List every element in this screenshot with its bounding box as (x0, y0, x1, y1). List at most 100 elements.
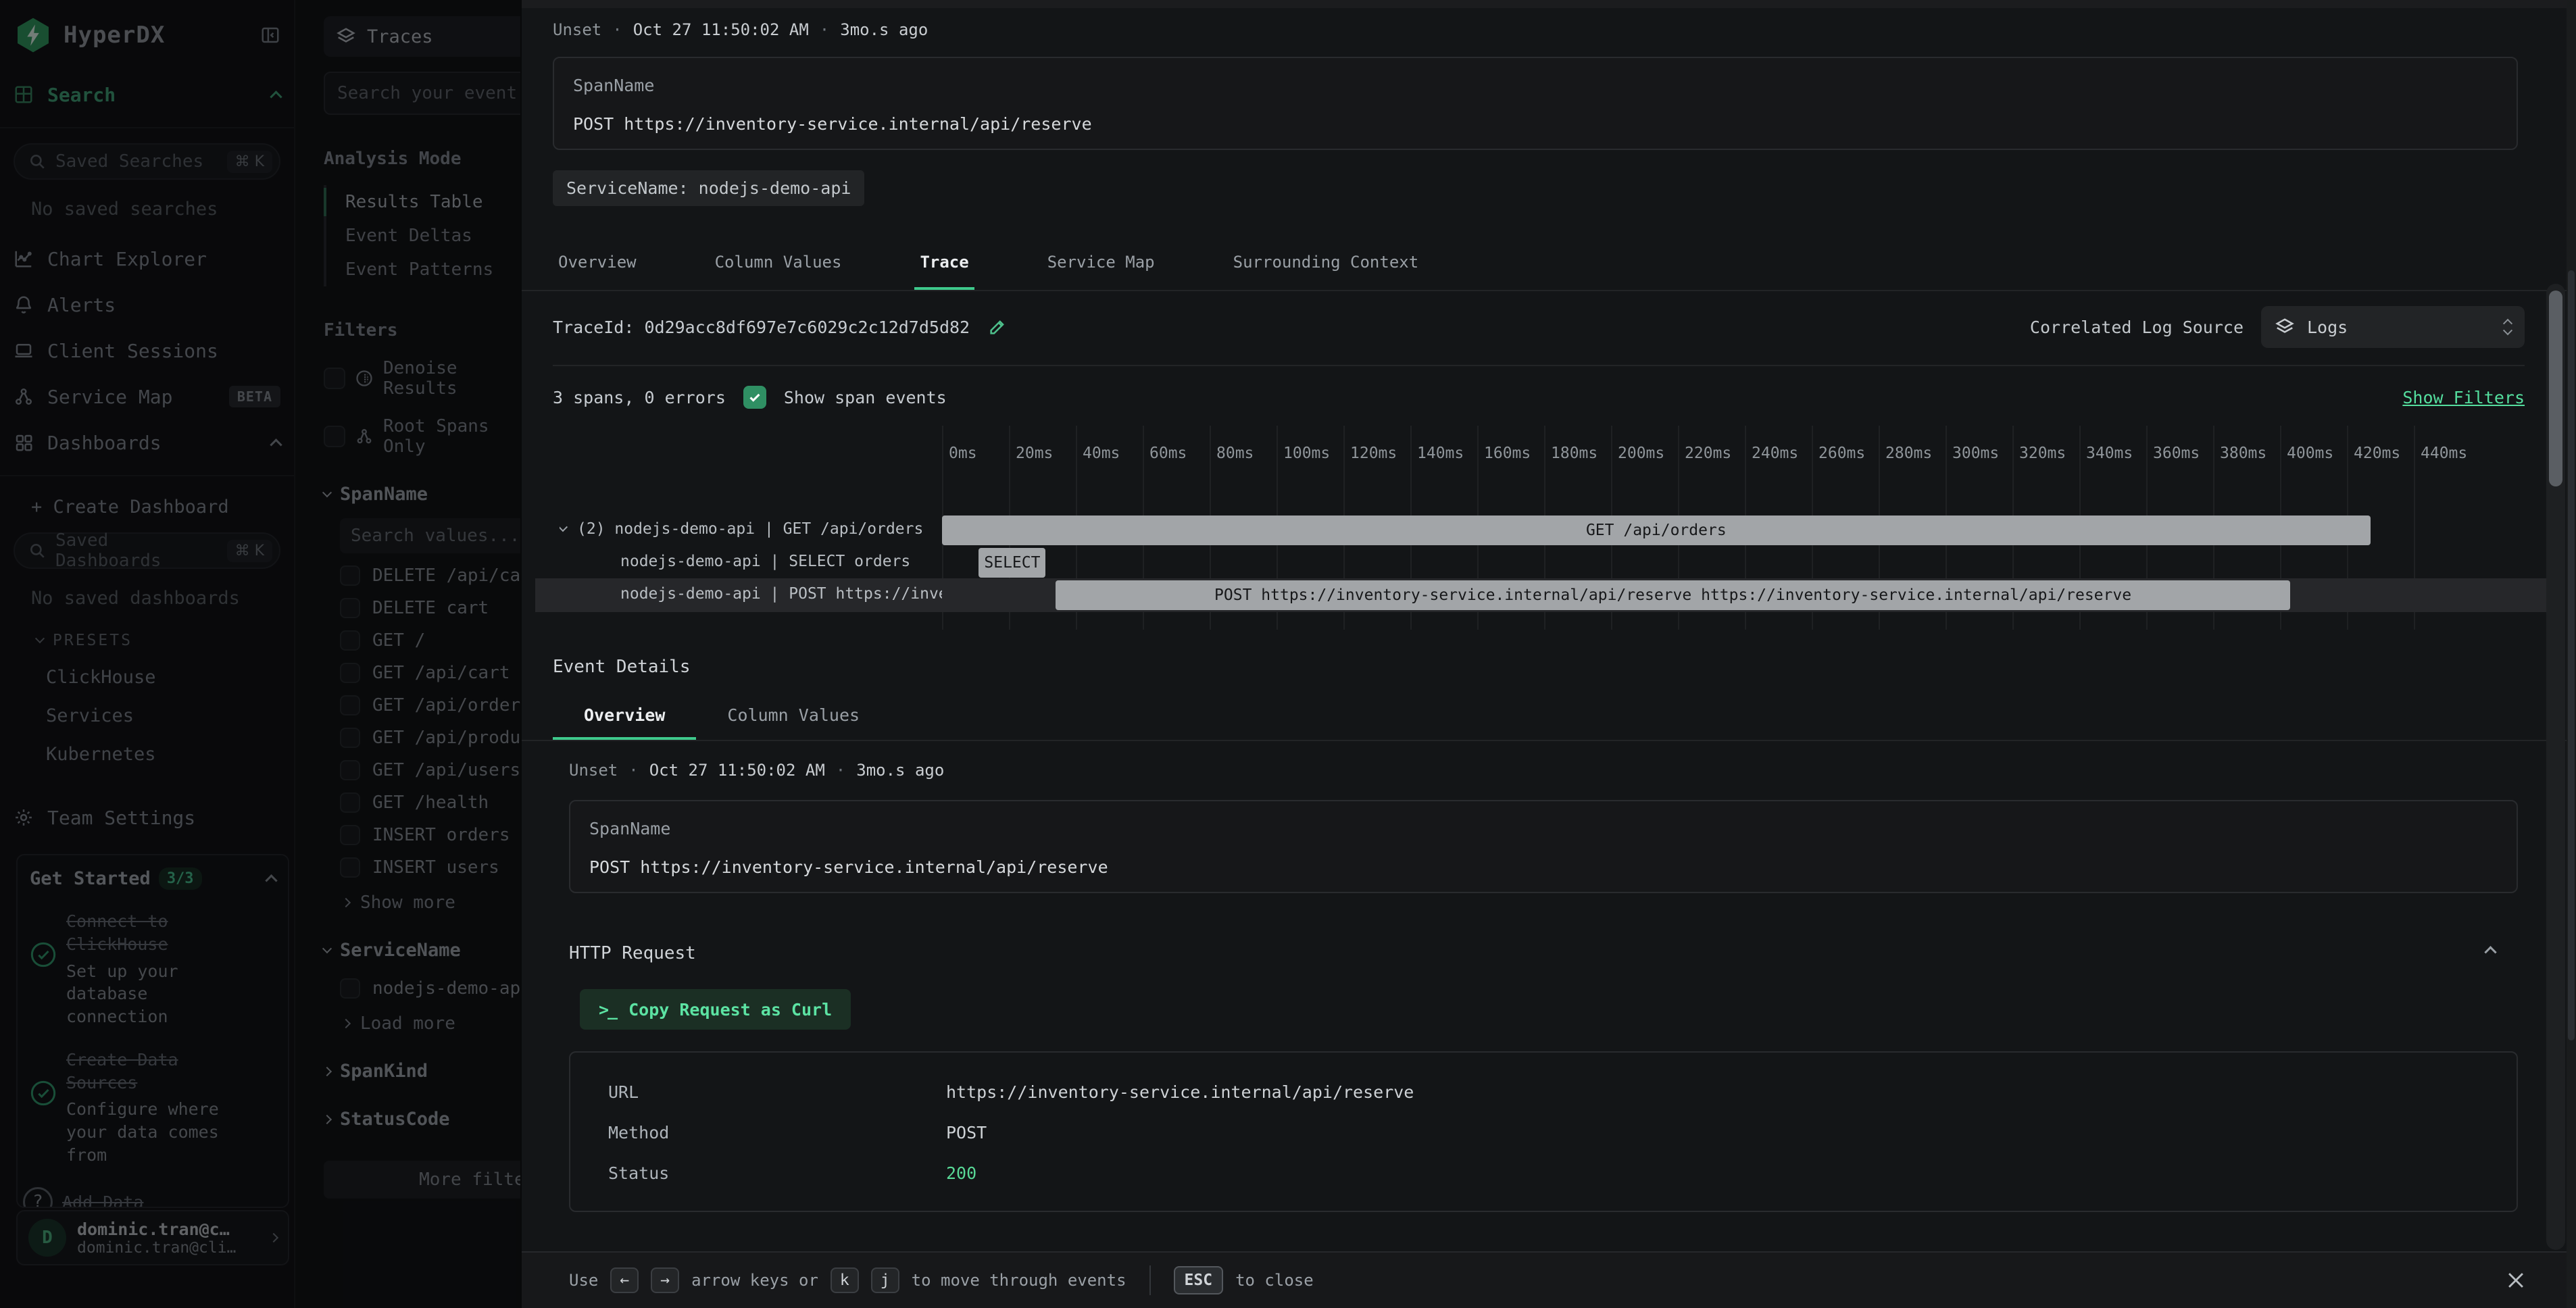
tick-label: 0ms (949, 445, 977, 462)
tick-label: 240ms (1752, 445, 1798, 462)
tick-label: 40ms (1083, 445, 1120, 462)
tick-label: 360ms (2153, 445, 2200, 462)
show-filters-link[interactable]: Show Filters (2402, 388, 2525, 407)
severity-text: Unset (553, 20, 601, 39)
http-request-table: URL https://inventory-service.internal/a… (569, 1051, 2518, 1212)
tick-label: 420ms (2354, 445, 2400, 462)
show-span-events-checkbox[interactable] (743, 386, 766, 409)
timestamp: Oct 27 11:50:02 AM (649, 761, 825, 780)
row-value: https://inventory-service.internal/api/r… (946, 1082, 1414, 1102)
severity-text: Unset (569, 761, 618, 780)
tab-overview[interactable]: Overview (553, 243, 642, 291)
tick-label: 200ms (1618, 445, 1664, 462)
left-arrow-keycap: ← (610, 1267, 639, 1293)
page-scrollbar[interactable] (2567, 0, 2576, 1308)
tick-label: 20ms (1016, 445, 1053, 462)
span-name-value: POST https://inventory-service.internal/… (589, 857, 2498, 877)
drawer-top-edge (522, 0, 2576, 8)
span-name-value: POST https://inventory-service.internal/… (573, 114, 2498, 134)
tick-label: 140ms (1417, 445, 1464, 462)
http-request-title: HTTP Request (569, 943, 696, 963)
drawer-footer: Use ← → arrow keys or k j to move throug… (522, 1251, 2576, 1308)
tick-label: 160ms (1484, 445, 1531, 462)
trace-waterfall: 0ms20ms40ms60ms80ms100ms120ms140ms160ms1… (549, 426, 2527, 630)
tab-trace[interactable]: Trace (914, 243, 974, 291)
span-name-card: SpanName POST https://inventory-service.… (569, 800, 2518, 893)
span-row-get-orders[interactable]: (2) nodejs-demo-api | GET /api/orders GE… (549, 513, 2527, 547)
correlated-log-source-label: Correlated Log Source (2030, 318, 2244, 337)
tick-label: 300ms (1952, 445, 1999, 462)
span-bar[interactable]: POST https://inventory-service.internal/… (1056, 580, 2290, 610)
table-row: Method POST (570, 1112, 2517, 1153)
check-icon (747, 390, 762, 405)
tick-label: 340ms (2086, 445, 2133, 462)
relative-time: 3mo.s ago (856, 761, 944, 780)
table-row: URL https://inventory-service.internal/a… (570, 1072, 2517, 1112)
service-name-tag[interactable]: ServiceName: nodejs-demo-api (553, 170, 864, 206)
scrollbar-thumb[interactable] (2549, 291, 2562, 486)
span-name-label: SpanName (573, 76, 2498, 95)
span-row-label: nodejs-demo-api | POST https://invento (560, 585, 942, 603)
tab-ed-column-values[interactable]: Column Values (696, 696, 891, 740)
j-keycap: j (871, 1267, 899, 1293)
chevron-down-icon[interactable] (560, 522, 568, 532)
copy-request-as-curl-button[interactable]: >_ Copy Request as Curl (580, 989, 851, 1030)
close-icon[interactable] (2504, 1269, 2527, 1292)
span-row-label: nodejs-demo-api | SELECT orders (560, 553, 942, 570)
event-details-tabs: Overview Column Values (553, 696, 891, 740)
tick-label: 440ms (2421, 445, 2467, 462)
tick-label: 80ms (1216, 445, 1254, 462)
tick-label: 60ms (1149, 445, 1187, 462)
spans-summary: 3 spans, 0 errors (553, 388, 726, 407)
span-bar[interactable]: SELECT (979, 548, 1045, 578)
divider (1149, 1265, 1151, 1295)
terminal-icon: >_ (599, 1000, 616, 1020)
row-value: POST (946, 1123, 987, 1142)
tick-label: 280ms (1885, 445, 1932, 462)
row-key: URL (608, 1082, 946, 1102)
span-row-label: (2) nodejs-demo-api | GET /api/orders (560, 520, 942, 538)
table-row: Status 200 (570, 1153, 2517, 1193)
layers-icon (2275, 317, 2295, 337)
correlated-log-source-select[interactable]: Logs (2261, 306, 2525, 348)
hyperdx-app: HyperDX Search Saved Searches ⌘ K No sav… (0, 0, 2576, 1308)
tick-label: 380ms (2220, 445, 2267, 462)
span-bar[interactable]: GET /api/orders (942, 515, 2371, 545)
right-arrow-keycap: → (651, 1267, 679, 1293)
k-keycap: k (831, 1267, 859, 1293)
tick-label: 320ms (2019, 445, 2066, 462)
tick-label: 260ms (1818, 445, 1865, 462)
trace-id-text: TraceId: 0d29acc8df697e7c6029c2c12d7d5d8… (553, 318, 970, 337)
select-chevrons-icon (2504, 318, 2511, 336)
span-name-label: SpanName (589, 819, 2498, 838)
tab-service-map[interactable]: Service Map (1042, 243, 1160, 291)
timestamp: Oct 27 11:50:02 AM (633, 20, 809, 39)
divider (522, 740, 2576, 741)
tab-surrounding-context[interactable]: Surrounding Context (1228, 243, 1425, 291)
span-row-select-orders[interactable]: nodejs-demo-api | SELECT orders SELECT (549, 546, 2527, 580)
trace-panel-tabs: Overview Column Values Trace Service Map… (553, 243, 2576, 291)
tab-column-values[interactable]: Column Values (710, 243, 847, 291)
scrollbar-thumb[interactable] (2568, 270, 2575, 1040)
tick-label: 120ms (1350, 445, 1397, 462)
divider (522, 290, 2576, 291)
row-value-status: 200 (946, 1163, 976, 1183)
show-span-events-label: Show span events (784, 388, 947, 407)
event-details-title: Event Details (553, 657, 691, 677)
span-name-card: SpanName POST https://inventory-service.… (553, 57, 2518, 150)
row-key: Method (608, 1123, 946, 1142)
tab-ed-overview[interactable]: Overview (553, 696, 696, 740)
span-row-post-reserve[interactable]: nodejs-demo-api | POST https://invento P… (549, 578, 2527, 612)
divider (553, 365, 2525, 366)
edit-pencil-icon[interactable] (987, 317, 1008, 337)
event-meta: Unset · Oct 27 11:50:02 AM · 3mo.s ago (553, 20, 928, 39)
event-meta: Unset · Oct 27 11:50:02 AM · 3mo.s ago (569, 761, 944, 780)
tick-label: 220ms (1685, 445, 1731, 462)
collapse-section-icon[interactable] (2484, 946, 2496, 958)
drawer-scrollbar[interactable] (2546, 284, 2565, 1250)
relative-time: 3mo.s ago (840, 20, 928, 39)
esc-keycap: ESC (1174, 1266, 1224, 1294)
correlated-log-source-value: Logs (2307, 318, 2348, 337)
row-key: Status (608, 1163, 946, 1183)
tick-label: 180ms (1551, 445, 1597, 462)
